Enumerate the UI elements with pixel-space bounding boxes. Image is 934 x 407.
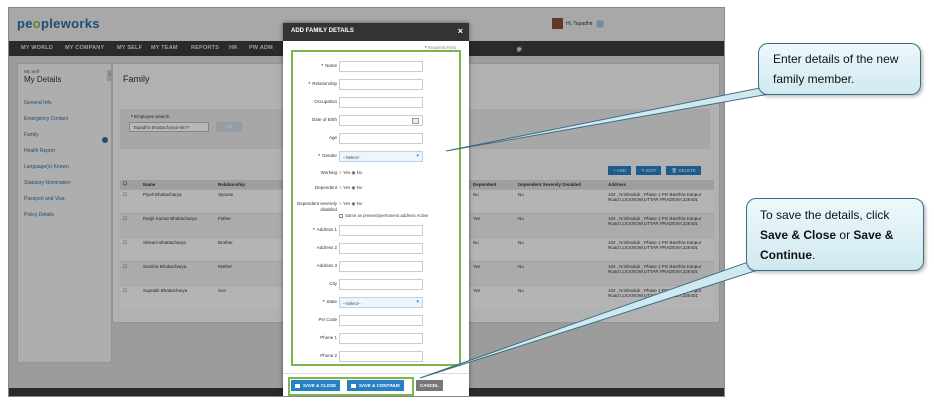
callout1-text: Enter details of the new family member.: [773, 52, 899, 86]
row-age: Age: [283, 133, 469, 145]
row-phone1: Phone 1: [283, 333, 469, 345]
dob-label: Date of Birth: [311, 117, 337, 122]
app-window: peopleworks Hi, Tapadhir MY WORLD MY COM…: [9, 8, 724, 396]
row-working: Working ○ Yes ◉ No: [283, 168, 469, 180]
addr3-label: Address 3: [316, 263, 337, 268]
age-input[interactable]: [339, 133, 423, 144]
city-input[interactable]: [339, 279, 423, 290]
addr3-input[interactable]: [339, 261, 423, 272]
row-dependent: Dependent ○ Yes ◉ No: [283, 183, 469, 195]
cancel-button[interactable]: CANCEL: [416, 380, 443, 391]
row-gender: * Gender --Select--: [283, 151, 469, 163]
row-occupation: Occupation: [283, 97, 469, 109]
save-close-button[interactable]: SAVE & CLOSE: [291, 380, 341, 391]
row-pin: Pin Code: [283, 315, 469, 327]
row-relationship: * Relationship: [283, 79, 469, 91]
dependent-label: Dependent: [314, 185, 337, 190]
name-label: Name: [324, 63, 337, 68]
phone1-label: Phone 1: [320, 335, 337, 340]
phone2-label: Phone 2: [320, 353, 337, 358]
screenshot-frame: peopleworks Hi, Tapadhir MY WORLD MY COM…: [8, 7, 725, 397]
relationship-input[interactable]: [339, 79, 423, 90]
save-icon: [295, 383, 300, 388]
addr2-label: Address 2: [316, 245, 337, 250]
row-addr2: Address 2: [283, 243, 469, 255]
dep-disabled-label: Dependent severely disabled: [296, 201, 337, 212]
age-label: Age: [328, 135, 337, 140]
row-state: * State --Select--: [283, 297, 469, 309]
row-addr3: Address 3: [283, 261, 469, 273]
name-input[interactable]: [339, 61, 423, 72]
gender-select[interactable]: --Select--: [339, 151, 423, 162]
addr1-label: Address 1: [316, 227, 337, 232]
pin-input[interactable]: [339, 315, 423, 326]
working-label: Working: [320, 170, 337, 175]
occupation-label: Occupation: [314, 99, 337, 104]
dep-disabled-radios[interactable]: ○ Yes ◉ No: [339, 201, 362, 207]
calendar-icon[interactable]: [412, 118, 419, 124]
modal-footer: SAVE & CLOSE SAVE & CONTINUE CANCEL: [283, 373, 469, 396]
save-icon: [351, 383, 356, 388]
phone2-input[interactable]: [339, 351, 423, 362]
addr1-input[interactable]: [339, 225, 423, 236]
add-family-modal: ADD FAMILY DETAILS × * Required Field * Na…: [283, 23, 469, 396]
row-dep-disabled: Dependent severely disabled ○ Yes ◉ No: [283, 199, 469, 212]
addr2-input[interactable]: [339, 243, 423, 254]
row-name: * Name: [283, 61, 469, 73]
modal-title: ADD FAMILY DETAILS: [291, 28, 354, 34]
state-select[interactable]: --Select--: [339, 297, 423, 308]
gender-label: Gender: [321, 153, 337, 158]
row-addr1: * Address 1: [283, 225, 469, 237]
city-label: City: [329, 281, 337, 286]
row-phone2: Phone 2: [283, 351, 469, 363]
save-continue-button[interactable]: SAVE & CONTINUE: [347, 380, 405, 391]
state-label: State: [326, 299, 337, 304]
close-icon[interactable]: ×: [458, 26, 463, 36]
working-radios[interactable]: ○ Yes ◉ No: [339, 170, 362, 176]
modal-header: ADD FAMILY DETAILS ×: [283, 23, 469, 41]
row-dob: Date of Birth: [283, 115, 469, 127]
callout-save: To save the details, click Save & Close …: [746, 198, 924, 271]
dob-input[interactable]: [339, 115, 423, 126]
callout-enter-details: Enter details of the new family member.: [758, 43, 921, 95]
row-city: City: [283, 279, 469, 291]
dependent-radios[interactable]: ○ Yes ◉ No: [339, 185, 362, 191]
relationship-label: Relationship: [312, 81, 337, 86]
same-address-checkbox[interactable]: Same as present/permanent address Active: [339, 213, 428, 218]
occupation-input[interactable]: [339, 97, 423, 108]
pin-label: Pin Code: [318, 317, 337, 322]
phone1-input[interactable]: [339, 333, 423, 344]
